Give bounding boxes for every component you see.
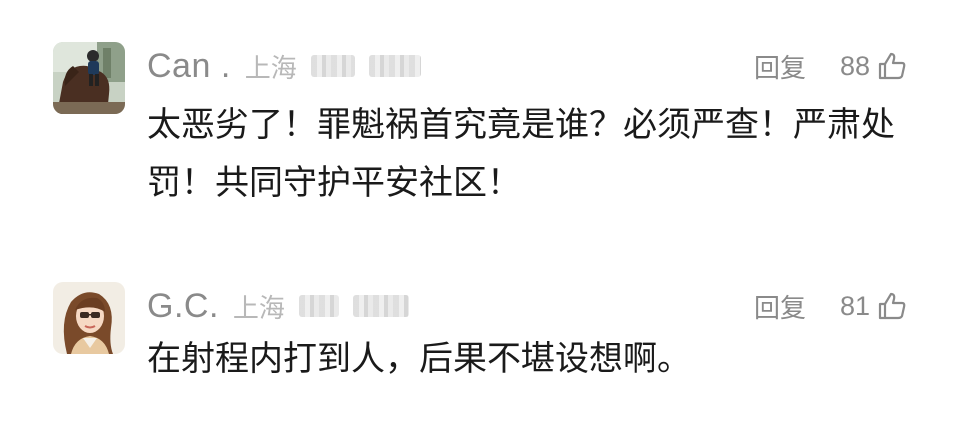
location-label: 上海 — [244, 53, 297, 84]
thumbs-up-icon[interactable] — [876, 50, 908, 82]
thumbs-up-icon[interactable] — [876, 290, 908, 322]
redacted-block — [352, 295, 409, 317]
avatar[interactable] — [53, 282, 125, 354]
location-label: 上海 — [232, 293, 285, 324]
comment-header: Can . 上海 — [147, 46, 421, 86]
comment-header: G.C. 上海 — [147, 286, 409, 326]
comment-text: 太恶劣了！罪魁祸首究竟是谁？必须严查！严肃处罚！共同守护平安社区！ — [147, 105, 895, 203]
reply-button[interactable]: 回复 — [754, 288, 806, 325]
redacted-block — [310, 55, 355, 77]
redacted-block — [298, 295, 339, 317]
username[interactable]: Can . — [147, 47, 231, 86]
redacted-block — [368, 55, 421, 77]
comment-actions: 回复 88 — [754, 46, 908, 86]
comment-actions: 回复 81 — [754, 286, 908, 326]
like-count: 88 — [839, 50, 870, 81]
reply-button[interactable]: 回复 — [754, 48, 806, 85]
comment-text: 在射程内打到人，后果不堪设想啊。 — [147, 339, 691, 379]
avatar[interactable] — [53, 42, 125, 114]
like-count: 81 — [839, 290, 870, 321]
username[interactable]: G.C. — [147, 287, 219, 326]
